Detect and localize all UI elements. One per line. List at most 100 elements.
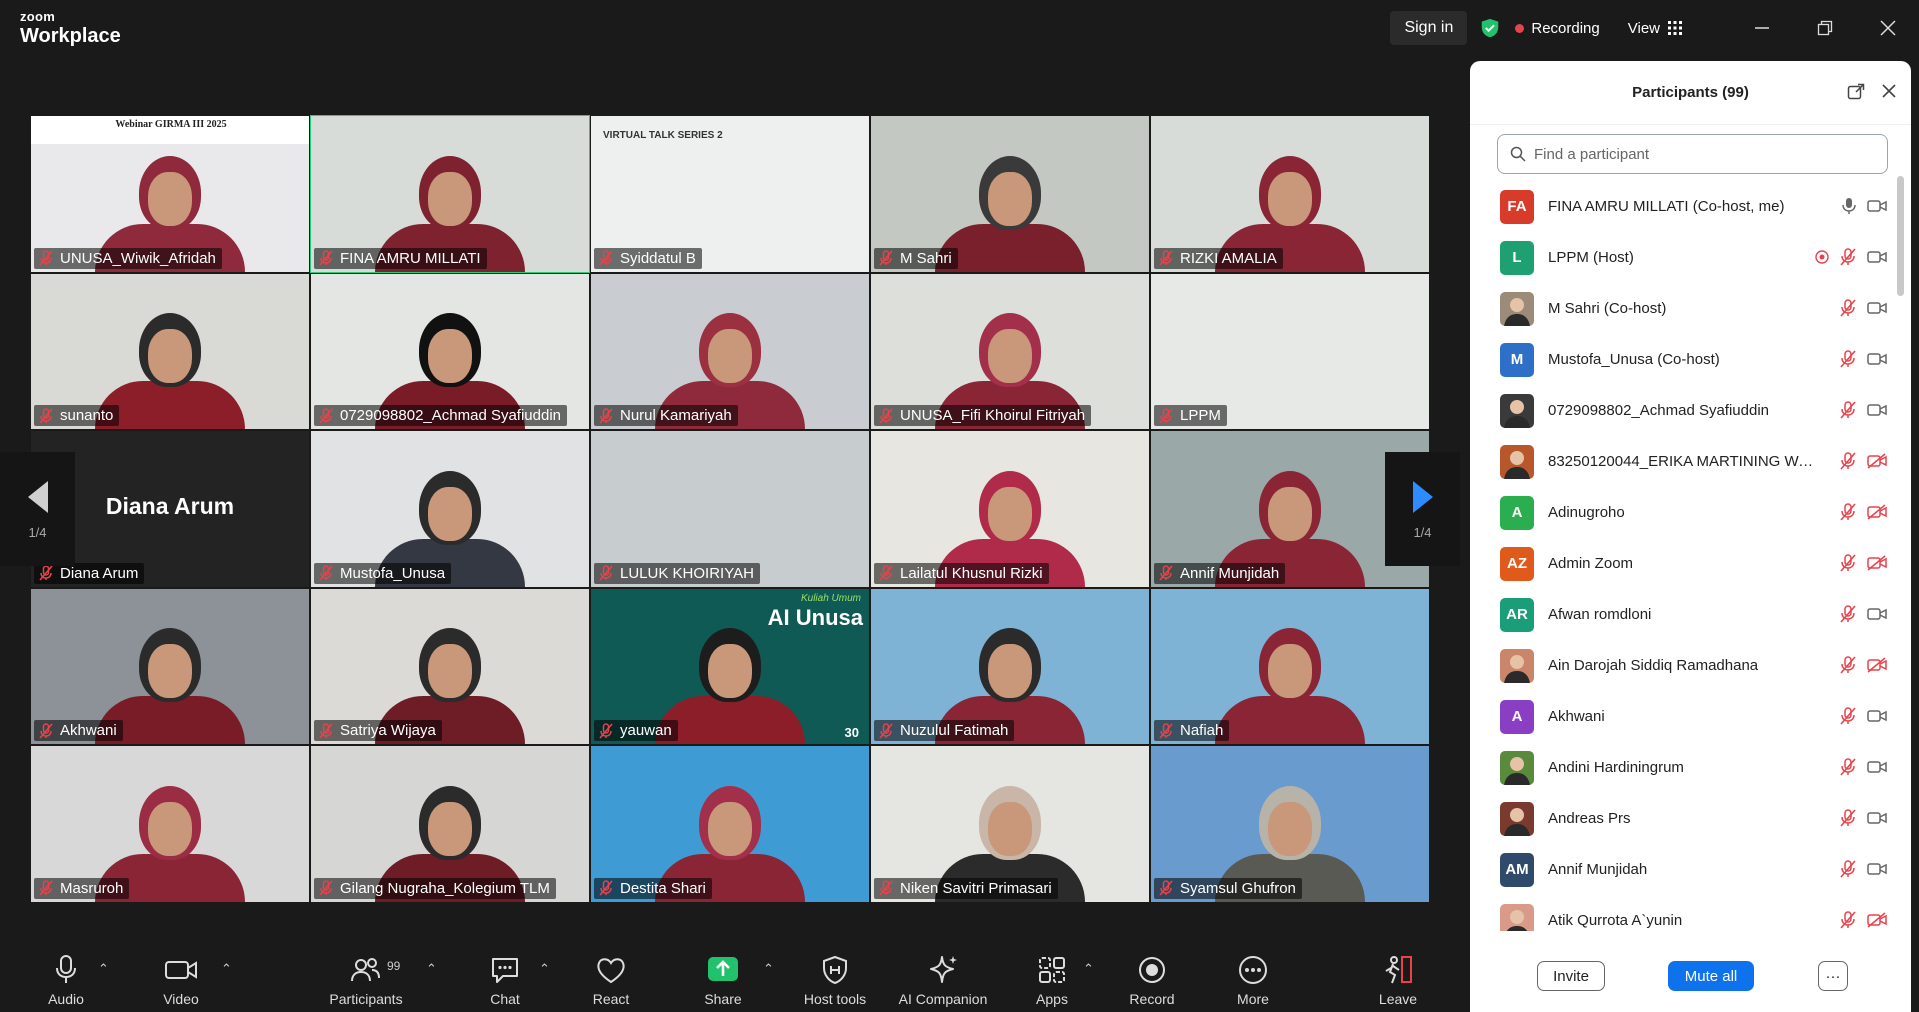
video-on-icon[interactable] [1867,249,1887,265]
participant-row[interactable]: A Akhwani [1470,691,1895,742]
video-tile[interactable]: Gilang Nugraha_Kolegium TLM [310,745,590,903]
video-on-icon[interactable] [1867,759,1887,775]
video-button[interactable]: Video [131,955,231,1007]
microphone-muted-icon[interactable] [1839,452,1857,470]
video-tile[interactable]: LULUK KHOIRIYAH [590,430,870,588]
leave-button[interactable]: Leave [1348,955,1448,1007]
chat-options-caret-icon[interactable]: ⌃ [539,961,550,977]
video-off-icon[interactable] [1867,453,1887,469]
video-on-icon[interactable] [1867,198,1887,214]
video-on-icon[interactable] [1867,351,1887,367]
video-tile[interactable]: Masruroh [30,745,310,903]
search-input[interactable] [1534,145,1854,163]
microphone-muted-icon[interactable] [1839,656,1857,674]
record-button[interactable]: Record [1102,955,1202,1007]
video-tile[interactable]: Kuliah Umum AI Unusa 30 yauwan [590,587,870,746]
video-on-icon[interactable] [1867,402,1887,418]
video-off-icon[interactable] [1867,912,1887,928]
video-tile[interactable]: Nafiah [1150,587,1430,746]
participant-row[interactable]: A Adinugroho [1470,487,1895,538]
participant-row[interactable]: L LPPM (Host) [1470,232,1895,283]
participant-row[interactable]: FA FINA AMRU MILLATI (Co-host, me) [1470,181,1895,232]
more-options-button[interactable]: ··· [1818,961,1848,991]
video-on-icon[interactable] [1867,708,1887,724]
microphone-muted-icon[interactable] [1839,401,1857,419]
video-tile[interactable]: Lailatul Khusnul Rizki [870,430,1150,588]
host-tools-button[interactable]: Host tools [785,955,885,1007]
video-tile[interactable]: Satriya Wijaya [310,587,590,746]
microphone-muted-icon[interactable] [1839,350,1857,368]
video-tile[interactable]: Syamsul Ghufron [1150,745,1430,903]
video-off-icon[interactable] [1867,555,1887,571]
video-tile[interactable]: Mustofa_Unusa [310,430,590,588]
video-tile[interactable]: Akhwani [30,587,310,746]
participant-row[interactable]: M Mustofa_Unusa (Co-host) [1470,334,1895,385]
close-window-button[interactable] [1856,0,1919,56]
video-tile[interactable]: UNUSA_Fifi Khoirul Fitriyah [870,272,1150,431]
participant-row[interactable]: Andreas Prs [1470,793,1895,844]
video-tile[interactable]: Webinar GIRMA III 2025 UNUSA_Wiwik_Afrida… [30,115,310,273]
video-on-icon[interactable] [1867,810,1887,826]
microphone-on-icon[interactable] [1841,197,1857,215]
microphone-muted-icon[interactable] [1839,554,1857,572]
microphone-muted-icon[interactable] [1839,809,1857,827]
participant-row[interactable]: AM Annif Munjidah [1470,844,1895,895]
participant-row[interactable]: AZ Admin Zoom [1470,538,1895,589]
ai-companion-button[interactable]: AI Companion [893,955,993,1007]
microphone-muted-icon[interactable] [1839,248,1857,266]
video-on-icon[interactable] [1867,861,1887,877]
video-tile[interactable]: LPPM [1150,272,1430,431]
video-on-icon[interactable] [1867,300,1887,316]
microphone-muted-icon[interactable] [1839,503,1857,521]
video-tile[interactable]: Niken Savitri Primasari [870,745,1150,903]
more-button[interactable]: More [1203,955,1303,1007]
video-off-icon[interactable] [1867,504,1887,520]
previous-page-button[interactable]: 1/4 [0,452,75,566]
video-on-icon[interactable] [1867,606,1887,622]
participant-row[interactable]: 83250120044_ERIKA MARTINING WA... [1470,436,1895,487]
participants-button[interactable]: Participants [316,955,416,1007]
participant-list-scrollbar[interactable] [1897,176,1904,296]
video-tile[interactable]: VIRTUAL TALK SERIES 2 Syiddatul B [590,115,870,273]
participant-row[interactable]: 0729098802_Achmad Syafiuddin [1470,385,1895,436]
participant-row[interactable]: M Sahri (Co-host) [1470,283,1895,334]
apps-options-caret-icon[interactable]: ⌃ [1083,961,1094,977]
microphone-muted-icon[interactable] [1839,605,1857,623]
share-options-caret-icon[interactable]: ⌃ [763,961,774,977]
video-tile[interactable]: FINA AMRU MILLATI [310,115,590,273]
participants-options-caret-icon[interactable]: ⌃ [426,961,437,977]
close-panel-icon[interactable] [1881,83,1897,99]
sign-in-button[interactable]: Sign in [1390,11,1468,45]
microphone-muted-icon[interactable] [1839,707,1857,725]
restore-button[interactable] [1793,0,1856,56]
video-tile[interactable]: Destita Shari [590,745,870,903]
participant-row[interactable]: AR Afwan romdloni [1470,589,1895,640]
mute-all-button[interactable]: Mute all [1668,961,1754,991]
share-button[interactable]: Share [673,955,773,1007]
video-tile[interactable]: 0729098802_Achmad Syafiuddin [310,272,590,431]
microphone-muted-icon[interactable] [1839,911,1857,929]
video-options-caret-icon[interactable]: ⌃ [221,961,232,977]
video-tile[interactable]: Nurul Kamariyah [590,272,870,431]
recording-indicator[interactable]: Recording [1515,20,1600,37]
video-tile[interactable]: M Sahri [870,115,1150,273]
participant-row[interactable]: Andini Hardiningrum [1470,742,1895,793]
invite-button[interactable]: Invite [1537,961,1605,991]
video-tile[interactable]: RIZKI AMALIA [1150,115,1430,273]
participant-search[interactable] [1497,134,1888,174]
minimize-button[interactable] [1730,0,1793,56]
next-page-button[interactable]: 1/4 [1385,452,1460,566]
react-button[interactable]: React [561,955,661,1007]
audio-options-caret-icon[interactable]: ⌃ [98,961,109,977]
microphone-muted-icon[interactable] [1839,758,1857,776]
video-tile[interactable]: Nuzulul Fatimah [870,587,1150,746]
pop-out-icon[interactable] [1847,83,1865,101]
security-shield-icon[interactable] [1479,17,1501,39]
video-off-icon[interactable] [1867,657,1887,673]
view-button[interactable]: View [1628,20,1682,37]
participant-row[interactable]: Atik Qurrota A`yunin [1470,895,1895,931]
video-tile[interactable]: sunanto [30,272,310,431]
microphone-muted-icon[interactable] [1839,299,1857,317]
microphone-muted-icon[interactable] [1839,860,1857,878]
participant-row[interactable]: Ain Darojah Siddiq Ramadhana [1470,640,1895,691]
